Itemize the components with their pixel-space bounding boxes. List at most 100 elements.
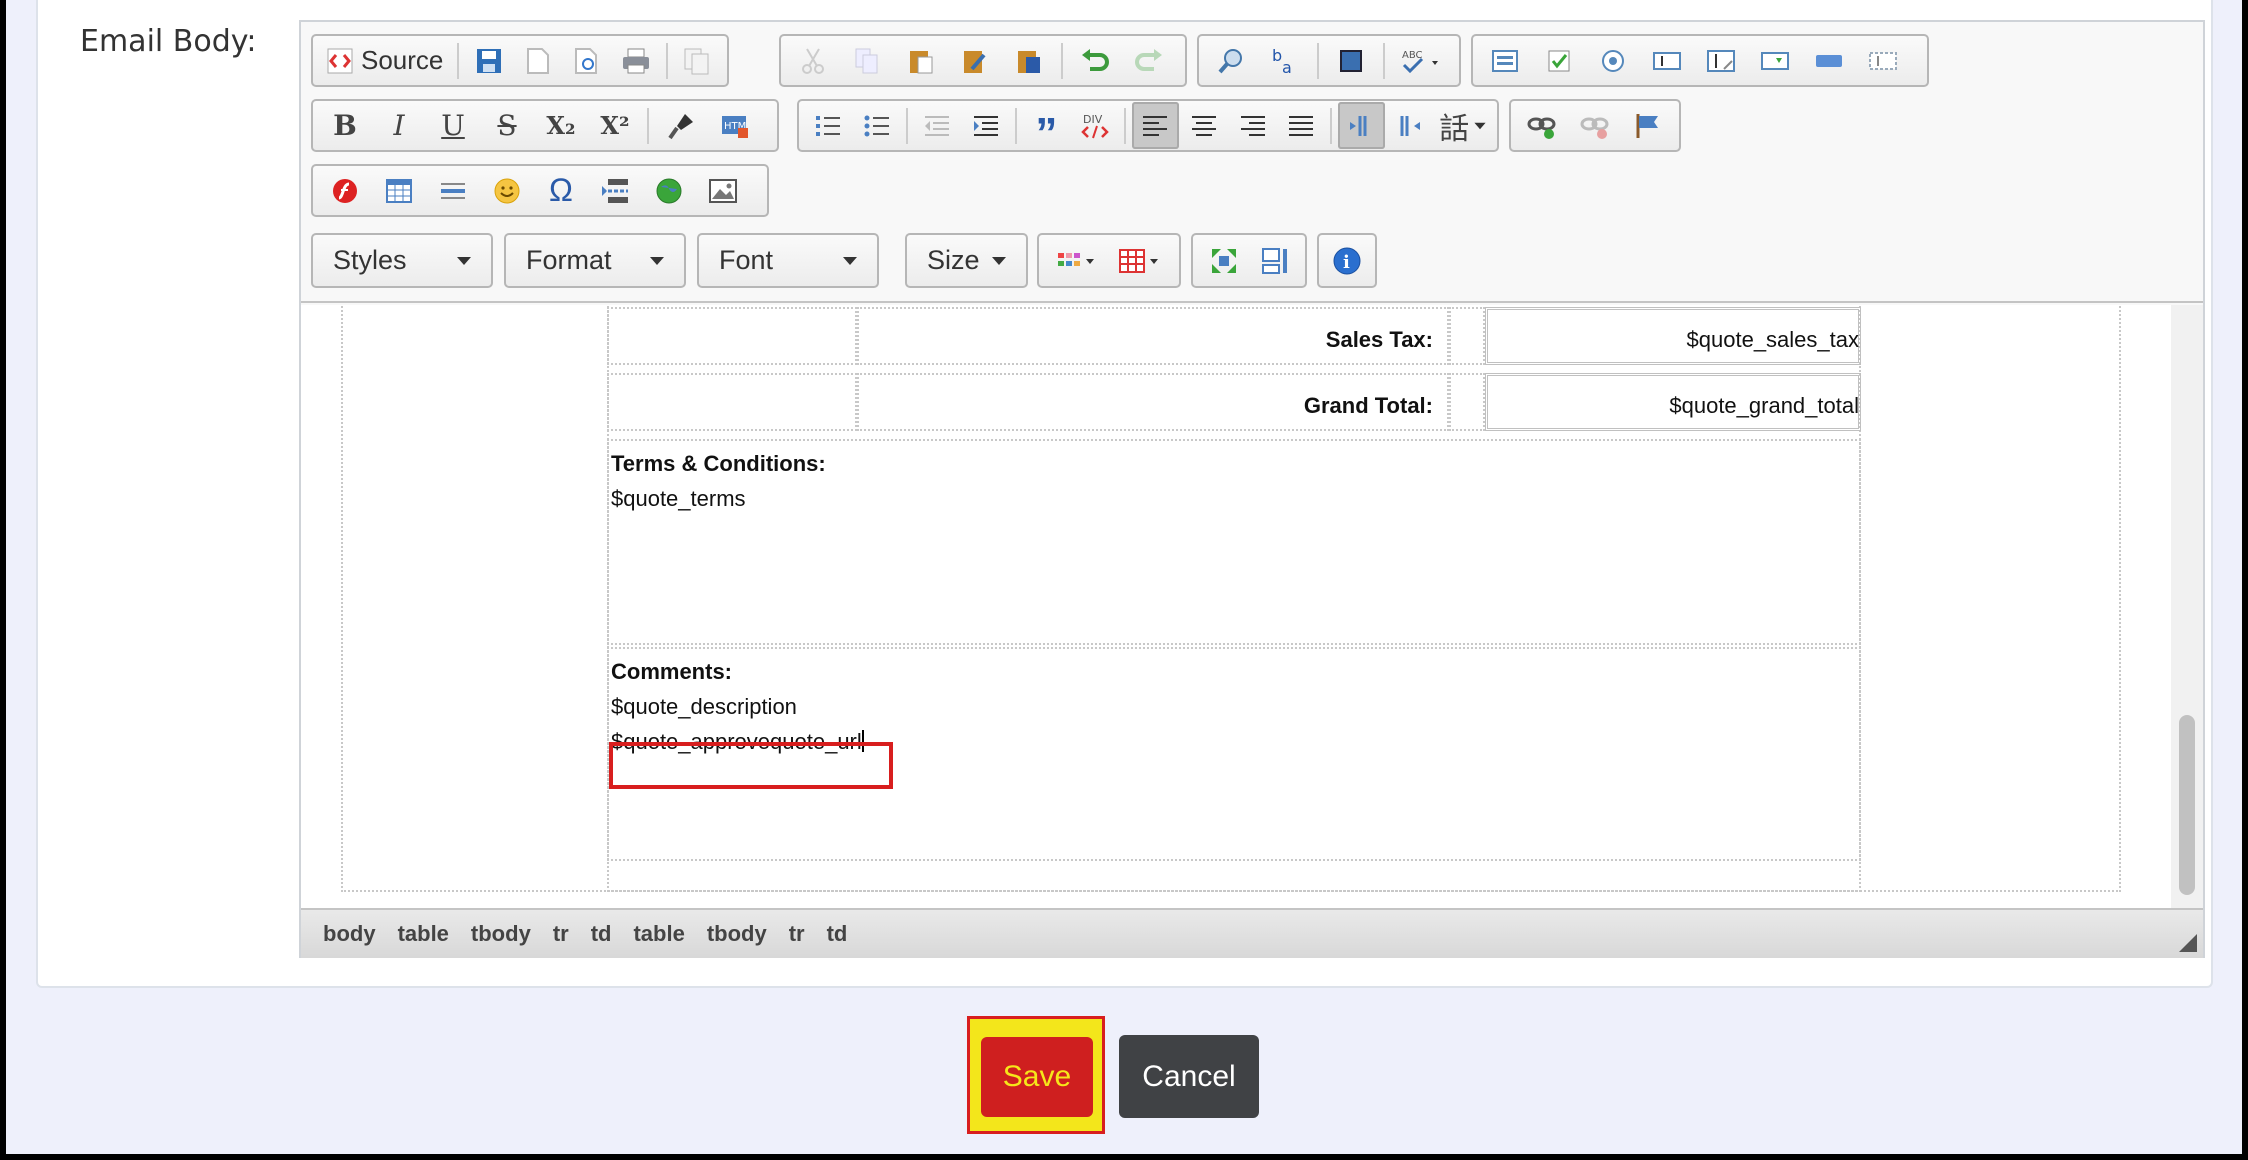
- path-item-tbody[interactable]: tbody: [471, 921, 531, 947]
- subscript-icon[interactable]: X₂: [535, 102, 587, 149]
- form-icon[interactable]: [1479, 37, 1531, 84]
- font-dropdown[interactable]: Font: [697, 233, 879, 288]
- align-center-icon[interactable]: [1181, 102, 1228, 149]
- cancel-button[interactable]: Cancel: [1119, 1035, 1259, 1118]
- redo-icon[interactable]: [1123, 37, 1175, 84]
- strike-icon[interactable]: S: [481, 102, 533, 149]
- path-item-table-inner[interactable]: table: [633, 921, 684, 947]
- templates-icon[interactable]: [674, 37, 721, 84]
- path-item-tr-inner[interactable]: tr: [789, 921, 805, 947]
- horizontal-rule-icon[interactable]: [427, 167, 479, 214]
- bold-icon[interactable]: B: [319, 102, 371, 149]
- paste-icon[interactable]: [895, 37, 947, 84]
- maximize-icon[interactable]: [1199, 237, 1248, 284]
- path-item-td[interactable]: td: [591, 921, 612, 947]
- text-color-icon[interactable]: [1045, 237, 1107, 284]
- save-doc-icon[interactable]: [465, 37, 512, 84]
- link-icon[interactable]: [1517, 102, 1568, 149]
- table-grid-icon[interactable]: [1109, 237, 1171, 284]
- language-glyph: 話: [1439, 112, 1470, 146]
- path-item-td-inner[interactable]: td: [827, 921, 848, 947]
- copy-icon[interactable]: [841, 37, 893, 84]
- align-left-icon[interactable]: [1132, 102, 1179, 149]
- save-button[interactable]: Save: [981, 1037, 1093, 1117]
- table-cell: [1449, 373, 1485, 431]
- source-button[interactable]: Source: [319, 37, 451, 84]
- smiley-icon[interactable]: [481, 167, 533, 214]
- svg-text:b: b: [1272, 47, 1282, 65]
- styles-dropdown[interactable]: Styles: [311, 233, 493, 288]
- copy-format-icon[interactable]: [655, 102, 707, 149]
- preview-icon[interactable]: [564, 37, 611, 84]
- save-button-highlight: Save: [967, 1016, 1105, 1134]
- editor-scrollbar[interactable]: [2171, 305, 2203, 908]
- font-label: Font: [719, 245, 774, 275]
- paste-word-icon[interactable]: [1003, 37, 1055, 84]
- iframe-icon[interactable]: [643, 167, 695, 214]
- superscript-icon[interactable]: X²: [589, 102, 641, 149]
- flash-icon[interactable]: [319, 167, 371, 214]
- unlink-icon[interactable]: [1570, 102, 1621, 149]
- div-container-icon[interactable]: DIV: [1072, 102, 1119, 149]
- resize-handle-icon[interactable]: [2179, 934, 2197, 952]
- justify-icon[interactable]: [1278, 102, 1325, 149]
- anchor-icon[interactable]: [1622, 102, 1673, 149]
- page-break-icon[interactable]: [589, 167, 641, 214]
- format-dropdown[interactable]: Format: [504, 233, 686, 288]
- paste-text-icon[interactable]: [949, 37, 1001, 84]
- path-item-tbody-inner[interactable]: tbody: [707, 921, 767, 947]
- toolbar-group-forms: [1471, 34, 1929, 87]
- size-dropdown[interactable]: Size: [905, 233, 1028, 288]
- path-item-tr[interactable]: tr: [553, 921, 569, 947]
- svg-text:a: a: [1282, 58, 1292, 75]
- underline-icon[interactable]: U: [427, 102, 479, 149]
- source-label: Source: [361, 45, 444, 75]
- info-glyph: i: [1343, 252, 1350, 273]
- toolbar-group-document: Source: [311, 34, 729, 87]
- path-item-table[interactable]: table: [398, 921, 449, 947]
- cut-icon[interactable]: [787, 37, 839, 84]
- hidden-field-icon[interactable]: [1857, 37, 1909, 84]
- approve-url-highlight: [609, 742, 893, 789]
- radio-icon[interactable]: [1587, 37, 1639, 84]
- italic-icon[interactable]: I: [373, 102, 425, 149]
- show-blocks-icon[interactable]: [1250, 237, 1299, 284]
- print-icon[interactable]: [613, 37, 660, 84]
- undo-icon[interactable]: [1069, 37, 1121, 84]
- replace-icon[interactable]: ba: [1259, 37, 1311, 84]
- toolbar-group-basicstyles: B I U S X₂ X² HTM: [311, 99, 779, 152]
- textarea-icon[interactable]: [1695, 37, 1747, 84]
- special-char-icon[interactable]: Ω: [535, 167, 587, 214]
- select-field-icon[interactable]: [1749, 37, 1801, 84]
- language-icon[interactable]: 話: [1436, 102, 1492, 149]
- separator: [1061, 42, 1063, 79]
- text-direction-ltr-icon[interactable]: [1338, 102, 1385, 149]
- table-icon[interactable]: [373, 167, 425, 214]
- editor-content-area[interactable]: Sales Tax: $quote_sales_tax Grand Total:…: [301, 305, 2171, 908]
- toolbar-group-tools: [1191, 233, 1307, 288]
- align-right-icon[interactable]: [1229, 102, 1276, 149]
- checkbox-icon[interactable]: [1533, 37, 1585, 84]
- path-item-body[interactable]: body: [323, 921, 376, 947]
- textfield-icon[interactable]: [1641, 37, 1693, 84]
- find-icon[interactable]: [1205, 37, 1257, 84]
- remove-format-icon[interactable]: HTM: [709, 102, 761, 149]
- numbered-list-icon[interactable]: [805, 102, 852, 149]
- new-page-icon[interactable]: [514, 37, 561, 84]
- format-label: Format: [526, 245, 612, 275]
- image-icon[interactable]: [697, 167, 749, 214]
- spellcheck-icon[interactable]: ABC: [1391, 37, 1453, 84]
- chevron-down-icon: [650, 256, 664, 265]
- separator: [1124, 107, 1127, 144]
- bulleted-list-icon[interactable]: [854, 102, 901, 149]
- text-direction-rtl-icon[interactable]: [1387, 102, 1434, 149]
- about-info-icon[interactable]: i: [1325, 237, 1369, 284]
- select-all-icon[interactable]: [1325, 37, 1377, 84]
- scrollbar-thumb[interactable]: [2179, 715, 2195, 895]
- button-field-icon[interactable]: [1803, 37, 1855, 84]
- page-background: Email Body: Source b a ABC B I U S X₂ X²…: [6, 0, 2242, 1154]
- outdent-icon[interactable]: [914, 102, 961, 149]
- indent-icon[interactable]: [963, 102, 1010, 149]
- separator: [457, 42, 460, 79]
- blockquote-icon[interactable]: ”: [1023, 102, 1070, 158]
